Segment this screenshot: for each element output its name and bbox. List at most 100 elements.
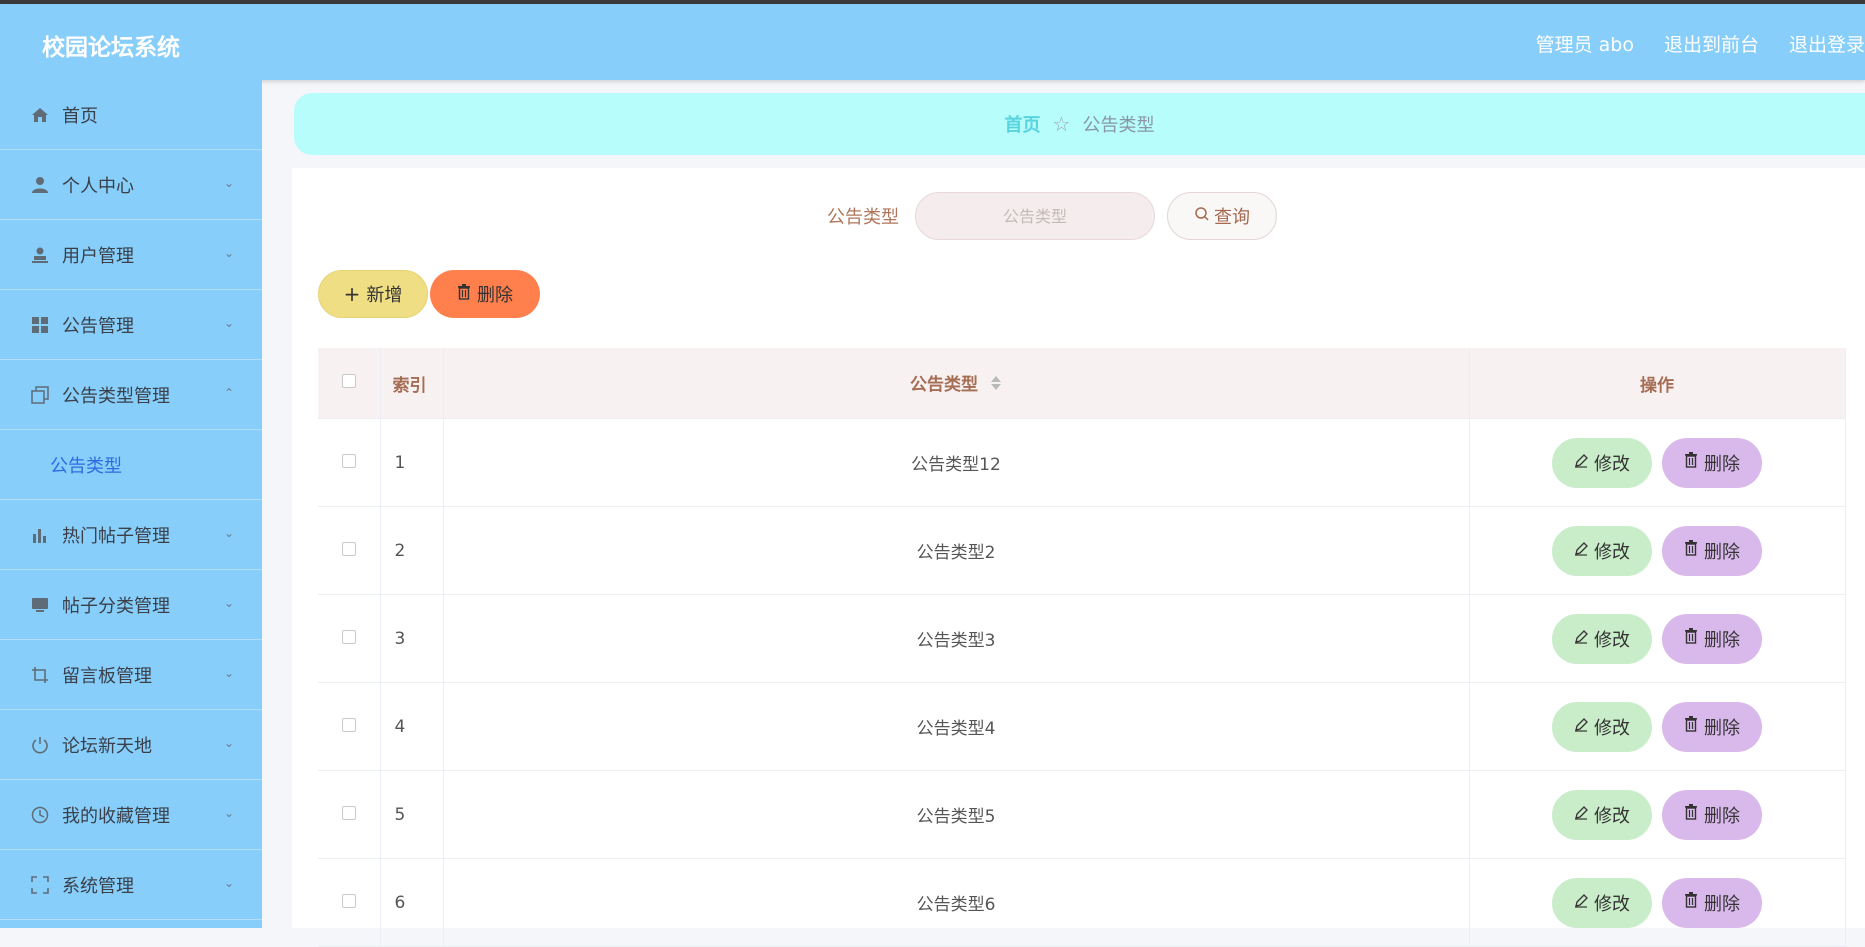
edit-button[interactable]: 修改 bbox=[1552, 525, 1652, 576]
trash-icon bbox=[1684, 540, 1698, 561]
row-checkbox[interactable] bbox=[341, 717, 356, 732]
row-actions: 修改 删除 bbox=[1471, 701, 1844, 752]
sidebar-item-label: 论坛新天地 bbox=[62, 735, 152, 757]
sidebar-item-notice-type-management[interactable]: 公告类型管理 ⌃ bbox=[0, 360, 262, 430]
row-actions: 修改 删除 bbox=[1471, 877, 1844, 928]
sort-icon[interactable] bbox=[990, 375, 1002, 396]
search-icon bbox=[1194, 206, 1210, 227]
edit-button[interactable]: 修改 bbox=[1552, 437, 1652, 488]
column-header-type-label: 公告类型 bbox=[910, 375, 979, 396]
sidebar-item-system-management[interactable]: 系统管理 ⌄ bbox=[0, 850, 262, 920]
sidebar-item-favorites-management[interactable]: 我的收藏管理 ⌄ bbox=[0, 780, 262, 850]
notice-type-table: 索引 公告类型 操作 1 公告类型12 修改 删除 2 公告类型2 修改 删除 … bbox=[318, 348, 1846, 947]
row-checkbox[interactable] bbox=[341, 805, 356, 820]
chevron-down-icon: ⌄ bbox=[223, 526, 234, 540]
row-select-cell bbox=[318, 418, 381, 507]
sidebar-item-notice-management[interactable]: 公告管理 ⌄ bbox=[0, 290, 262, 360]
power-icon bbox=[30, 735, 50, 755]
row-actions: 修改 删除 bbox=[1471, 613, 1844, 664]
row-index: 3 bbox=[380, 594, 444, 683]
chevron-down-icon: ⌄ bbox=[223, 876, 234, 890]
pencil-icon bbox=[1574, 452, 1588, 473]
row-checkbox[interactable] bbox=[341, 453, 356, 468]
sidebar-item-home[interactable]: 首页 bbox=[0, 80, 262, 150]
edit-button-label: 修改 bbox=[1594, 453, 1630, 475]
user-stamp-icon bbox=[30, 245, 50, 265]
edit-button[interactable]: 修改 bbox=[1552, 701, 1652, 752]
chevron-up-icon: ⌃ bbox=[223, 386, 234, 400]
exit-to-frontend-link[interactable]: 退出到前台 bbox=[1664, 30, 1759, 57]
row-notice-type: 公告类型6 bbox=[443, 858, 1470, 947]
logout-link[interactable]: 退出登录 bbox=[1789, 30, 1865, 57]
column-header-type[interactable]: 公告类型 bbox=[443, 348, 1470, 419]
edit-button[interactable]: 修改 bbox=[1552, 877, 1652, 928]
add-button[interactable]: + 新增 bbox=[318, 270, 428, 318]
sidebar-item-label: 帖子分类管理 bbox=[62, 595, 170, 617]
delete-button[interactable]: 删除 bbox=[1662, 701, 1762, 752]
row-select-cell bbox=[318, 858, 381, 947]
row-index: 4 bbox=[380, 682, 444, 771]
delete-button[interactable]: 删除 bbox=[1662, 613, 1762, 664]
edit-button-label: 修改 bbox=[1594, 717, 1630, 739]
chevron-down-icon: ⌄ bbox=[223, 596, 234, 610]
sidebar-subitem-notice-type[interactable]: 公告类型 bbox=[0, 430, 262, 500]
sidebar-item-post-category-management[interactable]: 帖子分类管理 ⌄ bbox=[0, 570, 262, 640]
sidebar-item-label: 首页 bbox=[62, 105, 98, 127]
edit-button[interactable]: 修改 bbox=[1552, 613, 1652, 664]
search-bar: 公告类型 查询 bbox=[827, 192, 1277, 240]
row-checkbox[interactable] bbox=[341, 629, 356, 644]
row-notice-type: 公告类型12 bbox=[443, 418, 1470, 507]
add-button-label: 新增 bbox=[366, 285, 403, 306]
pencil-icon bbox=[1574, 628, 1588, 649]
admin-user-label[interactable]: 管理员 abo bbox=[1536, 30, 1634, 57]
batch-delete-label: 删除 bbox=[477, 285, 513, 306]
sidebar-item-label: 热门帖子管理 bbox=[62, 525, 170, 547]
row-ops-cell: 修改 删除 bbox=[1469, 506, 1846, 595]
sidebar-item-label: 我的收藏管理 bbox=[62, 805, 170, 827]
plus-icon: + bbox=[343, 282, 361, 306]
row-ops-cell: 修改 删除 bbox=[1469, 418, 1846, 507]
delete-button[interactable]: 删除 bbox=[1662, 789, 1762, 840]
edit-button-label: 修改 bbox=[1594, 629, 1630, 651]
sidebar-item-hot-posts-management[interactable]: 热门帖子管理 ⌄ bbox=[0, 500, 262, 570]
row-index: 1 bbox=[380, 418, 444, 507]
sidebar-item-message-board-management[interactable]: 留言板管理 ⌄ bbox=[0, 640, 262, 710]
search-button[interactable]: 查询 bbox=[1167, 192, 1277, 240]
grid-icon bbox=[30, 315, 50, 335]
fullscreen-icon bbox=[30, 875, 50, 895]
sidebar-item-forum-world[interactable]: 论坛新天地 ⌄ bbox=[0, 710, 262, 780]
header-links: 管理员 abo 退出到前台 退出登录 bbox=[1536, 30, 1865, 57]
edit-button[interactable]: 修改 bbox=[1552, 789, 1652, 840]
batch-delete-button[interactable]: 删除 bbox=[430, 270, 540, 318]
search-input[interactable] bbox=[915, 192, 1155, 240]
trash-icon bbox=[1684, 452, 1698, 473]
row-checkbox[interactable] bbox=[341, 541, 356, 556]
trash-icon bbox=[457, 283, 471, 305]
user-icon bbox=[30, 175, 50, 195]
sidebar-item-personal-center[interactable]: 个人中心 ⌄ bbox=[0, 150, 262, 220]
app-header: 校园论坛系统 管理员 abo 退出到前台 退出登录 bbox=[0, 4, 1865, 80]
row-actions: 修改 删除 bbox=[1471, 437, 1844, 488]
delete-button[interactable]: 删除 bbox=[1662, 437, 1762, 488]
row-notice-type: 公告类型5 bbox=[443, 770, 1470, 859]
trash-icon bbox=[1684, 628, 1698, 649]
select-all-checkbox[interactable] bbox=[341, 374, 356, 388]
sidebar-item-label: 公告管理 bbox=[62, 315, 134, 337]
table-row: 2 公告类型2 修改 删除 bbox=[318, 506, 1846, 595]
row-checkbox[interactable] bbox=[341, 893, 356, 908]
breadcrumb-home-link[interactable]: 首页 bbox=[1005, 111, 1041, 137]
chevron-down-icon: ⌄ bbox=[223, 246, 234, 260]
row-index: 2 bbox=[380, 506, 444, 595]
row-notice-type: 公告类型4 bbox=[443, 682, 1470, 771]
delete-button-label: 删除 bbox=[1704, 453, 1740, 475]
trash-icon bbox=[1684, 804, 1698, 825]
sidebar: 首页 个人中心 ⌄ 用户管理 ⌄ 公告管理 ⌄ 公告类型管理 ⌃ 公告类型 热门… bbox=[0, 80, 262, 928]
sidebar-item-label: 留言板管理 bbox=[62, 665, 152, 687]
delete-button[interactable]: 删除 bbox=[1662, 525, 1762, 576]
edit-button-label: 修改 bbox=[1594, 541, 1630, 563]
delete-button[interactable]: 删除 bbox=[1662, 877, 1762, 928]
chevron-down-icon: ⌄ bbox=[223, 176, 234, 190]
row-ops-cell: 修改 删除 bbox=[1469, 594, 1846, 683]
breadcrumb-current: 公告类型 bbox=[1082, 115, 1155, 136]
sidebar-item-user-management[interactable]: 用户管理 ⌄ bbox=[0, 220, 262, 290]
